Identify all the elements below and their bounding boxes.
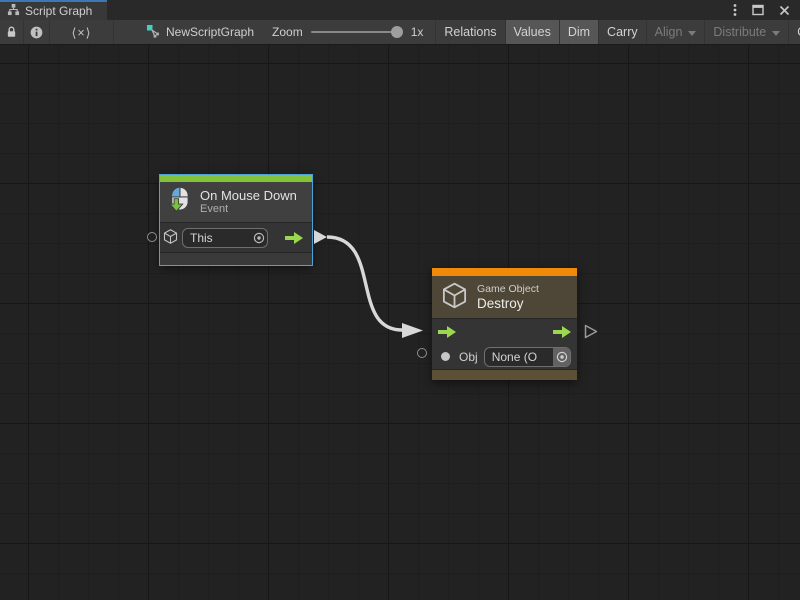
zoom-value: 1x xyxy=(411,25,424,39)
info-icon xyxy=(30,26,43,39)
graph-name: NewScriptGraph xyxy=(166,25,254,39)
kebab-menu-icon xyxy=(733,3,737,17)
node-header: On Mouse Down Event xyxy=(160,182,312,222)
object-picker-icon[interactable] xyxy=(553,348,570,366)
target-input-port-circle[interactable] xyxy=(147,232,157,242)
distribute-label: Distribute xyxy=(713,25,766,39)
node-footer xyxy=(160,252,312,265)
tab-bar-spacer xyxy=(107,0,733,20)
maximize-icon xyxy=(752,4,764,16)
wire-layer xyxy=(0,45,800,600)
window-controls xyxy=(733,0,800,20)
target-field[interactable]: This xyxy=(182,228,268,248)
event-accent-strip xyxy=(160,175,312,182)
flow-output-port-triangle[interactable] xyxy=(313,229,328,248)
overview-button[interactable]: Overview xyxy=(789,20,800,44)
node-titles: Game Object Destroy xyxy=(477,283,539,311)
relations-label: Relations xyxy=(444,25,496,39)
zoom-label: Zoom xyxy=(272,25,303,39)
script-graph-window: Script Graph ⟨×⟩ xyxy=(0,0,800,600)
graph-hierarchy-icon xyxy=(7,3,20,19)
zoom-control: Zoom 1x xyxy=(264,20,431,44)
game-object-cube-icon xyxy=(440,281,469,313)
object-picker-icon[interactable] xyxy=(250,229,267,247)
distribute-button: Distribute xyxy=(705,20,789,44)
values-button[interactable]: Values xyxy=(506,20,560,44)
code-view-button[interactable]: ⟨×⟩ xyxy=(50,20,114,44)
info-button[interactable] xyxy=(24,20,50,44)
zoom-slider-track[interactable] xyxy=(311,31,403,33)
more-options-button[interactable] xyxy=(733,3,737,17)
node-on-mouse-down[interactable]: On Mouse Down Event This xyxy=(160,175,312,265)
connection-arrowhead-icon xyxy=(402,323,423,338)
tab-title: Script Graph xyxy=(25,4,92,18)
node-category: Game Object xyxy=(477,283,539,296)
obj-field[interactable]: None (O xyxy=(484,347,571,367)
obj-label: Obj xyxy=(459,350,478,364)
distribute-caret-icon xyxy=(772,31,780,36)
target-row: This xyxy=(160,223,312,252)
close-button[interactable] xyxy=(779,5,790,16)
graph-breadcrumb[interactable]: NewScriptGraph xyxy=(136,20,264,44)
node-titles: On Mouse Down Event xyxy=(200,188,297,216)
tab-bar: Script Graph xyxy=(0,0,800,20)
node-subtitle: Event xyxy=(200,203,297,216)
node-body: Obj None (O xyxy=(432,318,577,369)
target-field-value: This xyxy=(190,231,250,245)
node-body: This xyxy=(160,222,312,252)
node-footer xyxy=(432,369,577,380)
zoom-slider-handle[interactable] xyxy=(391,26,403,38)
node-title: Destroy xyxy=(477,296,539,311)
align-caret-icon xyxy=(688,31,696,36)
node-title: On Mouse Down xyxy=(200,188,297,203)
script-graph-asset-icon xyxy=(146,24,160,41)
node-destroy[interactable]: Game Object Destroy Obj xyxy=(432,268,577,380)
align-button: Align xyxy=(647,20,706,44)
lock-button[interactable] xyxy=(0,20,24,44)
values-label: Values xyxy=(514,25,551,39)
close-icon xyxy=(779,5,790,16)
graph-canvas[interactable]: On Mouse Down Event This xyxy=(0,45,800,600)
obj-port-dot-icon[interactable] xyxy=(441,352,450,361)
destroy-accent-strip xyxy=(432,268,577,276)
dim-label: Dim xyxy=(568,25,590,39)
flow-input-arrow-icon[interactable] xyxy=(438,326,456,338)
carry-label: Carry xyxy=(607,25,638,39)
align-label: Align xyxy=(655,25,683,39)
relations-button[interactable]: Relations xyxy=(436,20,505,44)
flow-output-port-triangle-hollow[interactable] xyxy=(584,324,598,342)
connection-wire[interactable] xyxy=(327,237,402,330)
flow-output-arrow-icon[interactable] xyxy=(553,326,571,338)
graph-toolbar: ⟨×⟩ NewScriptGraph Zoom 1x Relations Val… xyxy=(0,20,800,45)
maximize-button[interactable] xyxy=(752,4,764,16)
carry-button[interactable]: Carry xyxy=(599,20,647,44)
obj-field-value: None (O xyxy=(492,350,553,364)
flow-row xyxy=(432,319,577,344)
toolbar-toggle-group: Relations Values Dim Carry Align Distrib… xyxy=(435,20,800,44)
obj-input-port-circle[interactable] xyxy=(417,348,427,358)
flow-output-arrow-icon[interactable] xyxy=(285,232,303,244)
obj-row: Obj None (O xyxy=(432,344,577,369)
node-header: Game Object Destroy xyxy=(432,276,577,318)
dim-button[interactable]: Dim xyxy=(560,20,599,44)
lock-icon xyxy=(6,25,17,39)
mouse-down-icon xyxy=(166,187,193,217)
game-object-cube-icon xyxy=(162,228,179,248)
code-icon: ⟨×⟩ xyxy=(71,25,91,40)
tab-script-graph[interactable]: Script Graph xyxy=(0,0,107,20)
